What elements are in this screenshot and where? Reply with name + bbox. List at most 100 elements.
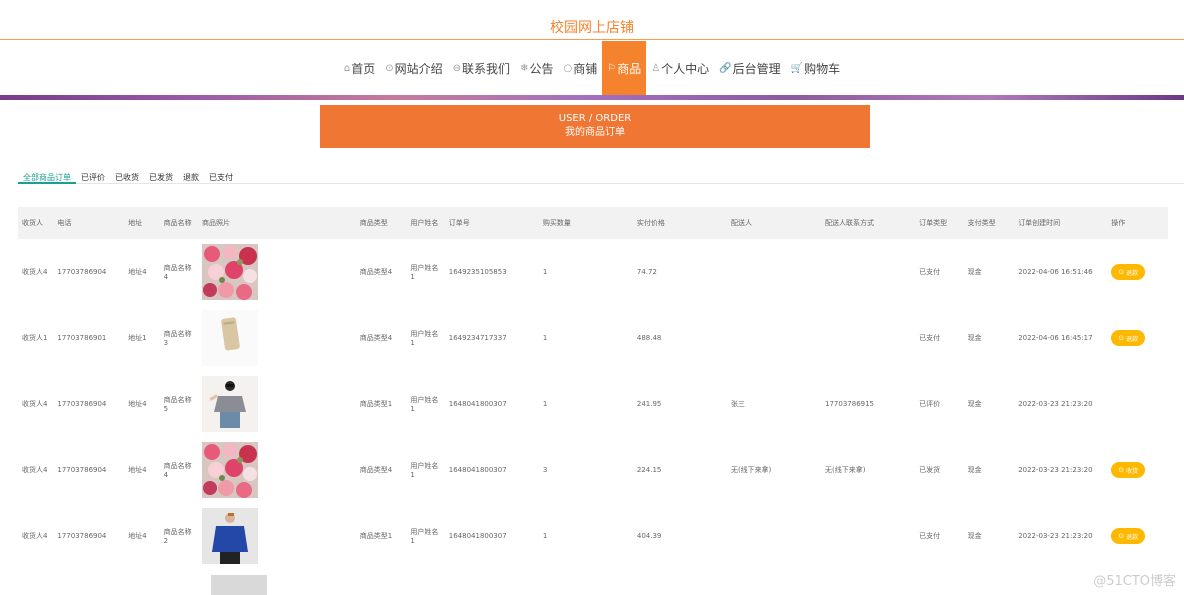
col-receiver: 收货人: [22, 219, 43, 227]
refund-button[interactable]: ⊙ 退款: [1111, 528, 1146, 544]
nav-item-cart[interactable]: 🛒 购物车: [786, 41, 845, 95]
order-tabs: 全部商品订单 已评价 已收货 已发货 退款 已支付: [18, 160, 1184, 184]
cell-price: 241.95: [636, 400, 662, 408]
button-label: 收货: [1126, 467, 1139, 475]
button-label: 退款: [1126, 335, 1139, 343]
cell-actions: ⊙ 收货: [1107, 437, 1168, 503]
tab-reviewed[interactable]: 已评价: [76, 160, 110, 184]
confirm-receipt-button[interactable]: ⊙ 收货: [1111, 462, 1146, 478]
user-icon: ♙: [651, 62, 661, 74]
nav-item-home[interactable]: ⌂ 首页: [339, 41, 380, 95]
nav-label: 首页: [351, 61, 376, 76]
cell-order-status: 已发货: [919, 466, 941, 474]
table-row: 收货人4 17703786904 地址4 商品名称2 商品类型1 用户姓名1 1…: [18, 503, 1168, 569]
nav-label: 商品: [617, 61, 642, 76]
cell-price: 224.15: [636, 466, 662, 474]
col-quantity: 购买数量: [542, 219, 571, 227]
col-address: 地址: [128, 219, 143, 227]
shop-icon: ○: [563, 62, 573, 74]
cell-pay-type: 现金: [967, 268, 982, 276]
product-image-phone[interactable]: [202, 310, 258, 366]
cell-phone: 17703786904: [57, 466, 107, 474]
nav-item-profile[interactable]: ♙ 个人中心: [646, 41, 714, 95]
cell-address: 地址4: [128, 466, 147, 474]
nav-label: 联系我们: [462, 61, 511, 76]
product-image-flowers[interactable]: [202, 244, 258, 300]
tab-shipped[interactable]: 已发货: [144, 160, 178, 184]
circle-arrow-icon: ⊙: [1118, 268, 1125, 276]
cell-product-type: 商品类型1: [359, 532, 393, 540]
contact-icon: ⊖: [452, 62, 462, 74]
notice-icon: ❄: [520, 62, 529, 74]
circle-arrow-icon: ⊙: [1118, 466, 1125, 474]
circle-arrow-icon: ⊙: [1118, 532, 1125, 540]
main-nav: ⌂ 首页 ⊙ 网站介绍 ⊖ 联系我们 ❄ 公告 ○ 商铺 ⚐ 商品 ♙ 个人中心 🔗 后台管理 …: [0, 41, 1184, 95]
home-icon: ⌂: [343, 62, 351, 74]
col-pay-type: 支付类型: [967, 219, 996, 227]
cell-address: 地址1: [128, 334, 147, 342]
cell-actions: ⊙ 退款: [1107, 239, 1168, 305]
tab-paid[interactable]: 已支付: [204, 160, 238, 184]
cell-created-time: 2022-03-23 21:23:20: [1018, 400, 1093, 408]
col-user-name: 用户姓名: [410, 219, 439, 227]
cell-product-photo: [198, 239, 356, 305]
cell-courier-phone: 无(线下来拿): [825, 466, 866, 474]
button-label: 退款: [1126, 269, 1139, 277]
cell-product-photo: [198, 437, 356, 503]
product-image-flowers[interactable]: [202, 442, 258, 498]
site-title: 校园网上店铺: [0, 0, 1184, 40]
table-row: 收货人4 17703786904 地址4 商品名称5 商品类型1 用户姓名1 1…: [18, 371, 1168, 437]
cell-phone: 17703786904: [57, 532, 107, 540]
nav-label: 个人中心: [661, 61, 710, 76]
cell-order-no: 1649235105853: [448, 268, 507, 276]
cell-address: 地址4: [128, 268, 147, 276]
cell-courier-phone: [821, 239, 915, 305]
tab-refund[interactable]: 退款: [178, 160, 204, 184]
next-row-product-image: [211, 575, 267, 595]
nav-item-products[interactable]: ⚐ 商品: [602, 41, 647, 95]
cell-product-photo: [198, 503, 356, 569]
cell-user-name: 用户姓名1: [410, 462, 439, 479]
nav-item-contact[interactable]: ⊖ 联系我们: [448, 41, 515, 95]
flag-icon: ⚐: [607, 62, 617, 74]
cell-quantity: 1: [542, 268, 548, 276]
header-subtitle: USER / ORDER: [558, 113, 632, 124]
refund-button[interactable]: ⊙ 退款: [1111, 264, 1146, 280]
cell-quantity: 3: [542, 466, 548, 474]
info-icon: ⊙: [385, 62, 394, 74]
cell-actions: [1107, 371, 1168, 437]
refund-button[interactable]: ⊙ 退款: [1111, 330, 1146, 346]
product-image-woman-shirt[interactable]: [202, 376, 258, 432]
cell-receiver: 收货人4: [22, 532, 48, 540]
cell-pay-type: 现金: [967, 334, 982, 342]
cart-icon: 🛒: [790, 62, 804, 74]
cell-quantity: 1: [542, 400, 548, 408]
banner-strip: [0, 95, 1184, 100]
cell-created-time: 2022-03-23 21:23:20: [1018, 466, 1093, 474]
nav-item-shop[interactable]: ○ 商铺: [558, 41, 602, 95]
cell-product-type: 商品类型4: [359, 268, 393, 276]
order-table: 收货人 电话 地址 商品名称 商品照片 商品类型 用户姓名 订单号 购买数量 实…: [18, 207, 1168, 569]
cell-order-no: 1649234717337: [448, 334, 507, 342]
col-courier: 配送人: [730, 219, 752, 227]
nav-item-about[interactable]: ⊙ 网站介绍: [380, 41, 447, 95]
nav-label: 商铺: [573, 61, 598, 76]
cell-courier: [727, 503, 821, 569]
cell-product-name: 商品名称2: [163, 528, 192, 545]
col-product-photo: 商品照片: [202, 219, 230, 227]
nav-label: 购物车: [804, 61, 841, 76]
cell-order-no: 1648041800307: [448, 400, 507, 408]
tab-received[interactable]: 已收货: [110, 160, 144, 184]
cell-phone: 17703786901: [57, 334, 107, 342]
cell-product-name: 商品名称4: [163, 264, 192, 281]
cell-receiver: 收货人4: [22, 268, 48, 276]
cell-price: 74.72: [636, 268, 657, 276]
cell-actions: ⊙ 退款: [1107, 305, 1168, 371]
cell-courier: 张三: [730, 400, 745, 408]
tab-all-orders[interactable]: 全部商品订单: [18, 160, 76, 184]
product-image-man-sweater[interactable]: [202, 508, 258, 564]
nav-item-admin[interactable]: 🔗 后台管理: [714, 41, 785, 95]
col-product-type: 商品类型: [359, 219, 388, 227]
nav-item-notice[interactable]: ❄ 公告: [515, 41, 558, 95]
cell-courier-phone: [821, 503, 915, 569]
